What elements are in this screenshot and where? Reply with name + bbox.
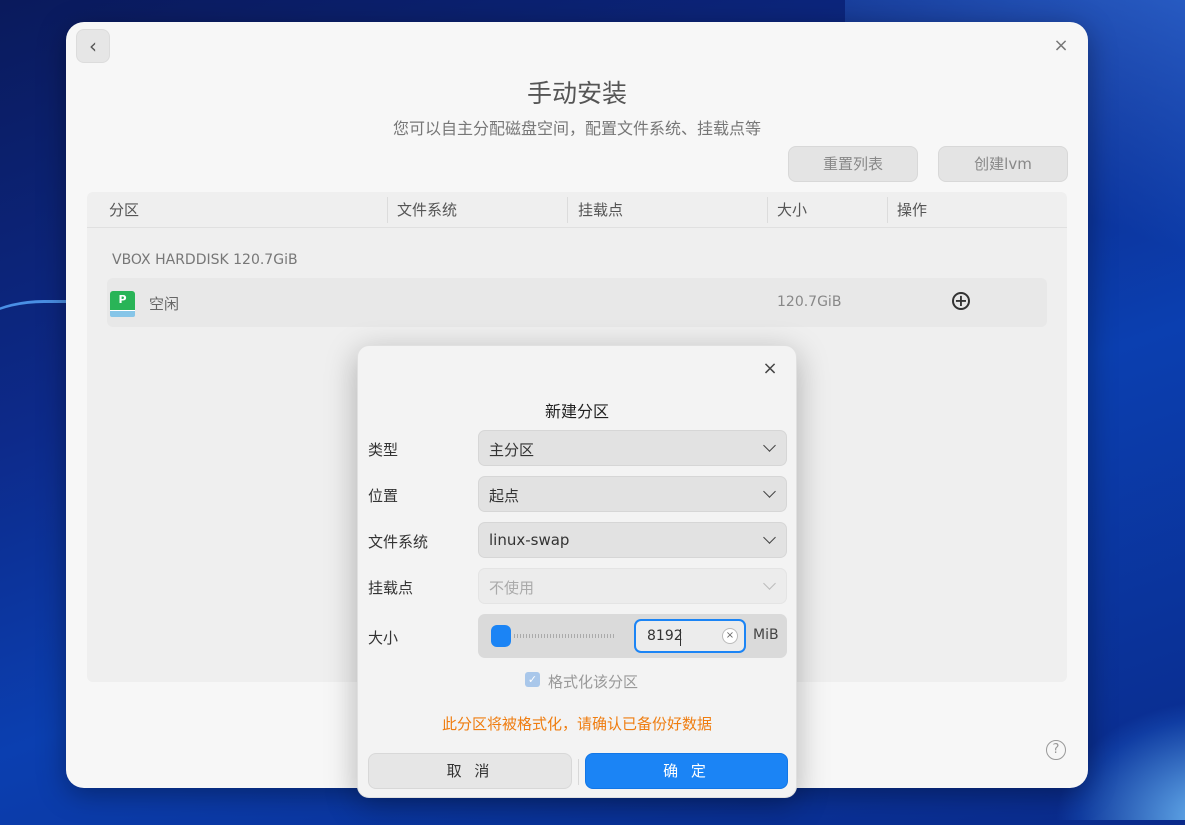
location-select[interactable]: 起点 bbox=[478, 476, 787, 512]
size-input[interactable]: 8192 × bbox=[634, 619, 746, 653]
filesystem-value: linux-swap bbox=[489, 531, 570, 549]
page-title: 手动安装 bbox=[526, 79, 627, 108]
column-header-partition: 分区 bbox=[109, 201, 140, 219]
location-value: 起点 bbox=[489, 487, 520, 505]
type-value: 主分区 bbox=[489, 441, 535, 459]
add-circle-icon[interactable]: + bbox=[952, 292, 970, 310]
column-header-size: 大小 bbox=[777, 201, 808, 219]
mountpoint-select: 不使用 bbox=[478, 568, 787, 604]
reset-list-button[interactable]: 重置列表 bbox=[788, 146, 918, 182]
table-header: 分区 文件系统 挂载点 大小 操作 bbox=[87, 192, 1067, 228]
back-button[interactable]: ‹ bbox=[76, 29, 110, 63]
size-unit: MiB bbox=[753, 627, 779, 643]
page-subtitle: 您可以自主分配磁盘空间，配置文件系统、挂载点等 bbox=[392, 119, 761, 138]
format-checkbox-label: 格式化该分区 bbox=[548, 673, 639, 691]
cancel-button[interactable]: 取 消 bbox=[368, 753, 572, 789]
column-divider bbox=[767, 197, 768, 223]
button-divider bbox=[578, 759, 579, 785]
text-cursor bbox=[680, 629, 681, 646]
clear-icon[interactable]: × bbox=[722, 628, 738, 644]
location-label: 位置 bbox=[368, 487, 399, 505]
confirm-button[interactable]: 确 定 bbox=[585, 753, 788, 789]
size-control: 8192 × MiB bbox=[478, 614, 787, 658]
column-header-filesystem: 文件系统 bbox=[397, 201, 458, 219]
type-select[interactable]: 主分区 bbox=[478, 430, 787, 466]
chevron-down-icon bbox=[763, 577, 776, 590]
disk-label: VBOX HARDDISK 120.7GiB bbox=[112, 252, 298, 268]
column-divider bbox=[567, 197, 568, 223]
help-icon[interactable]: ? bbox=[1046, 740, 1066, 760]
close-icon[interactable]: × bbox=[762, 360, 778, 378]
partition-name: 空闲 bbox=[149, 295, 180, 313]
filesystem-select[interactable]: linux-swap bbox=[478, 522, 787, 558]
partition-icon: P bbox=[110, 291, 135, 317]
filesystem-label: 文件系统 bbox=[368, 533, 429, 551]
dialog-title: 新建分区 bbox=[544, 402, 609, 421]
chevron-down-icon bbox=[763, 485, 776, 498]
partition-size: 120.7GiB bbox=[777, 294, 842, 310]
type-label: 类型 bbox=[368, 441, 399, 459]
create-lvm-button[interactable]: 创建lvm bbox=[938, 146, 1068, 182]
column-header-action: 操作 bbox=[897, 201, 928, 219]
size-value: 8192 bbox=[647, 628, 683, 644]
format-checkbox: ✓ bbox=[525, 672, 540, 687]
chevron-down-icon bbox=[763, 531, 776, 544]
format-warning: 此分区将被格式化，请确认已备份好数据 bbox=[441, 715, 712, 733]
size-slider-track[interactable] bbox=[514, 634, 614, 638]
mountpoint-value: 不使用 bbox=[489, 579, 535, 597]
size-label: 大小 bbox=[368, 629, 399, 647]
new-partition-dialog: × 新建分区 类型 主分区 位置 起点 文件系统 linux-swap 挂载点 … bbox=[357, 345, 797, 798]
column-divider bbox=[887, 197, 888, 223]
window-close-icon[interactable]: × bbox=[1052, 37, 1070, 55]
column-header-mountpoint: 挂载点 bbox=[578, 201, 624, 219]
size-slider-handle[interactable] bbox=[491, 625, 511, 647]
table-row[interactable]: P 空闲 120.7GiB + bbox=[107, 278, 1047, 327]
chevron-down-icon bbox=[763, 439, 776, 452]
mountpoint-label: 挂载点 bbox=[368, 579, 414, 597]
column-divider bbox=[387, 197, 388, 223]
chevron-left-icon: ‹ bbox=[89, 34, 97, 58]
